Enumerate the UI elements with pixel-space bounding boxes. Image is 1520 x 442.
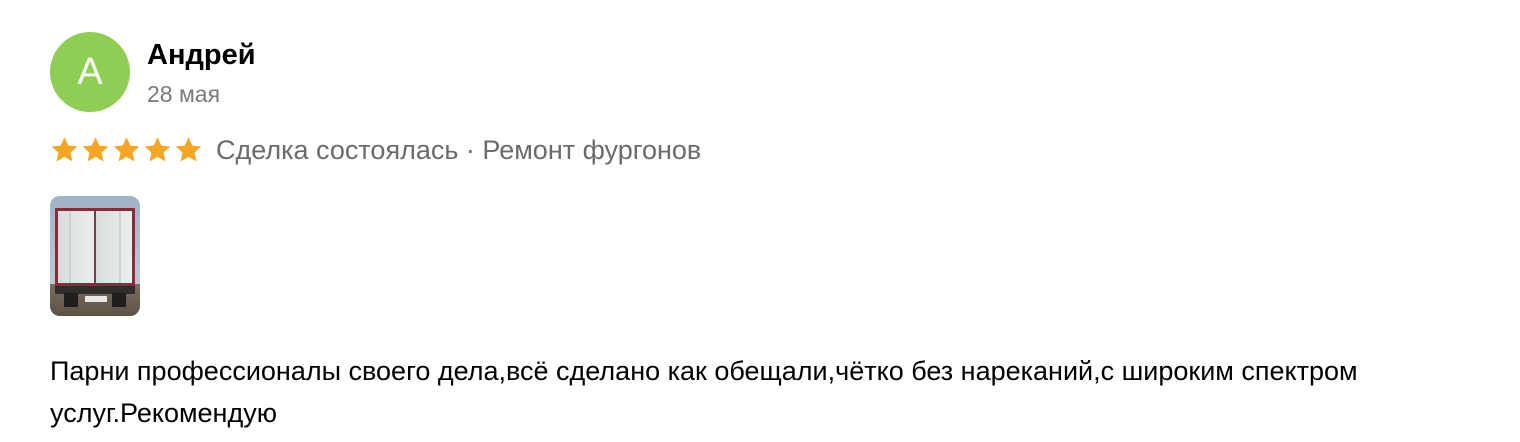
star-icon	[113, 137, 140, 162]
deal-info: Сделка состоялась · Ремонт фургонов	[216, 135, 702, 165]
author-name[interactable]: Андрей	[147, 38, 256, 72]
rating-row: Сделка состоялась · Ремонт фургонов	[49, 128, 701, 172]
review-photo[interactable]	[50, 196, 140, 316]
star-icon	[82, 137, 109, 162]
rating-stars	[49, 135, 204, 165]
review-date: 28 мая	[147, 81, 221, 107]
truck-photo-icon	[50, 196, 140, 316]
star-icon	[51, 137, 78, 162]
avatar[interactable]: А	[50, 32, 130, 112]
star-icon	[144, 137, 171, 162]
star-icon	[175, 137, 202, 162]
review-card: А Андрей 28 мая Сделка состоялась · Ремо…	[0, 0, 1520, 442]
avatar-letter: А	[77, 50, 103, 93]
review-text: Парни профессионалы своего дела,всё сдел…	[50, 356, 1358, 428]
